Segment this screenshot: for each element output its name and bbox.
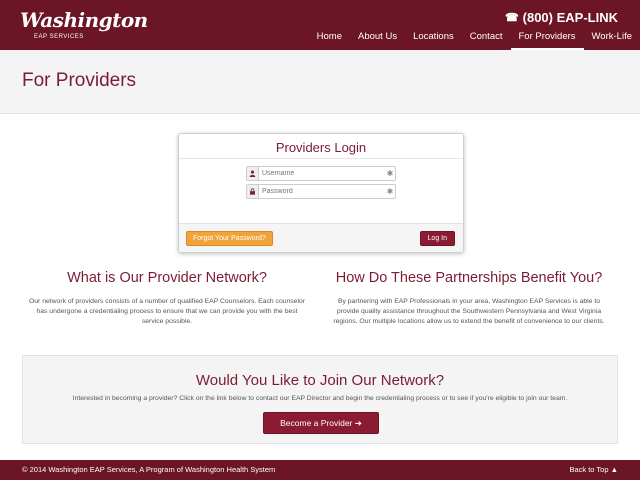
login-title: Providers Login: [275, 140, 367, 155]
provider-network-heading: What is Our Provider Network?: [67, 270, 267, 286]
join-network-heading: Would You Like to Join Our Network?: [195, 372, 445, 389]
nav-for-providers[interactable]: For Providers: [510, 28, 584, 50]
main-nav: Home About Us Locations Contact For Prov…: [309, 28, 640, 50]
logo-script-text: Washington: [20, 8, 148, 32]
page-title: For Providers: [22, 70, 137, 91]
site-header: Washington EAP SERVICES ☎ (800) EAP-LINK…: [0, 0, 640, 50]
required-asterisk-icon: ✱: [386, 169, 394, 178]
site-footer: © 2014 Washington EAP Services, A Progra…: [0, 460, 640, 480]
providers-login-panel: Providers Login ✱ ✱ Forgot Your Password…: [178, 133, 464, 253]
login-button[interactable]: Log In: [419, 231, 455, 246]
login-divider: [179, 158, 463, 159]
join-network-box: Would You Like to Join Our Network? Inte…: [22, 355, 618, 444]
title-band: For Providers: [0, 50, 640, 114]
username-input[interactable]: [259, 167, 385, 180]
nav-contact[interactable]: Contact: [462, 28, 511, 50]
provider-network-section: What is Our Provider Network? Our networ…: [22, 270, 312, 328]
nav-about-us[interactable]: About Us: [350, 28, 405, 50]
become-provider-button[interactable]: Become a Provider ➔: [263, 412, 379, 434]
nav-work-life[interactable]: Work-Life: [584, 28, 640, 50]
user-icon: [247, 167, 259, 180]
provider-network-text: Our network of providers consists of a n…: [28, 298, 306, 326]
footer-copyright: © 2014 Washington EAP Services, A Progra…: [22, 465, 276, 474]
forgot-password-button[interactable]: Forgot Your Password?: [186, 231, 273, 246]
partnership-benefits-text: By partnering with EAP Professionals in …: [333, 298, 605, 326]
username-field: ✱: [246, 166, 396, 181]
back-to-top-link[interactable]: Back to Top ▲: [569, 465, 618, 474]
nav-locations[interactable]: Locations: [405, 28, 462, 50]
partnership-benefits-section: How Do These Partnerships Benefit You? B…: [324, 270, 614, 328]
phone-label: (800) EAP-LINK: [522, 10, 618, 25]
logo-subtext: EAP SERVICES: [34, 34, 84, 40]
phone-number[interactable]: ☎ (800) EAP-LINK: [505, 10, 618, 25]
nav-home[interactable]: Home: [309, 28, 350, 50]
phone-icon: ☎: [504, 12, 519, 24]
required-asterisk-icon: ✱: [386, 187, 394, 196]
join-network-text: Interested in becoming a provider? Click…: [72, 395, 568, 402]
password-field: ✱: [246, 184, 396, 199]
login-footer: Forgot Your Password? Log In: [179, 223, 463, 252]
partnership-benefits-heading: How Do These Partnerships Benefit You?: [335, 270, 603, 286]
password-input[interactable]: [259, 185, 385, 198]
lock-icon: [247, 185, 259, 198]
logo[interactable]: Washington EAP SERVICES: [20, 6, 148, 46]
